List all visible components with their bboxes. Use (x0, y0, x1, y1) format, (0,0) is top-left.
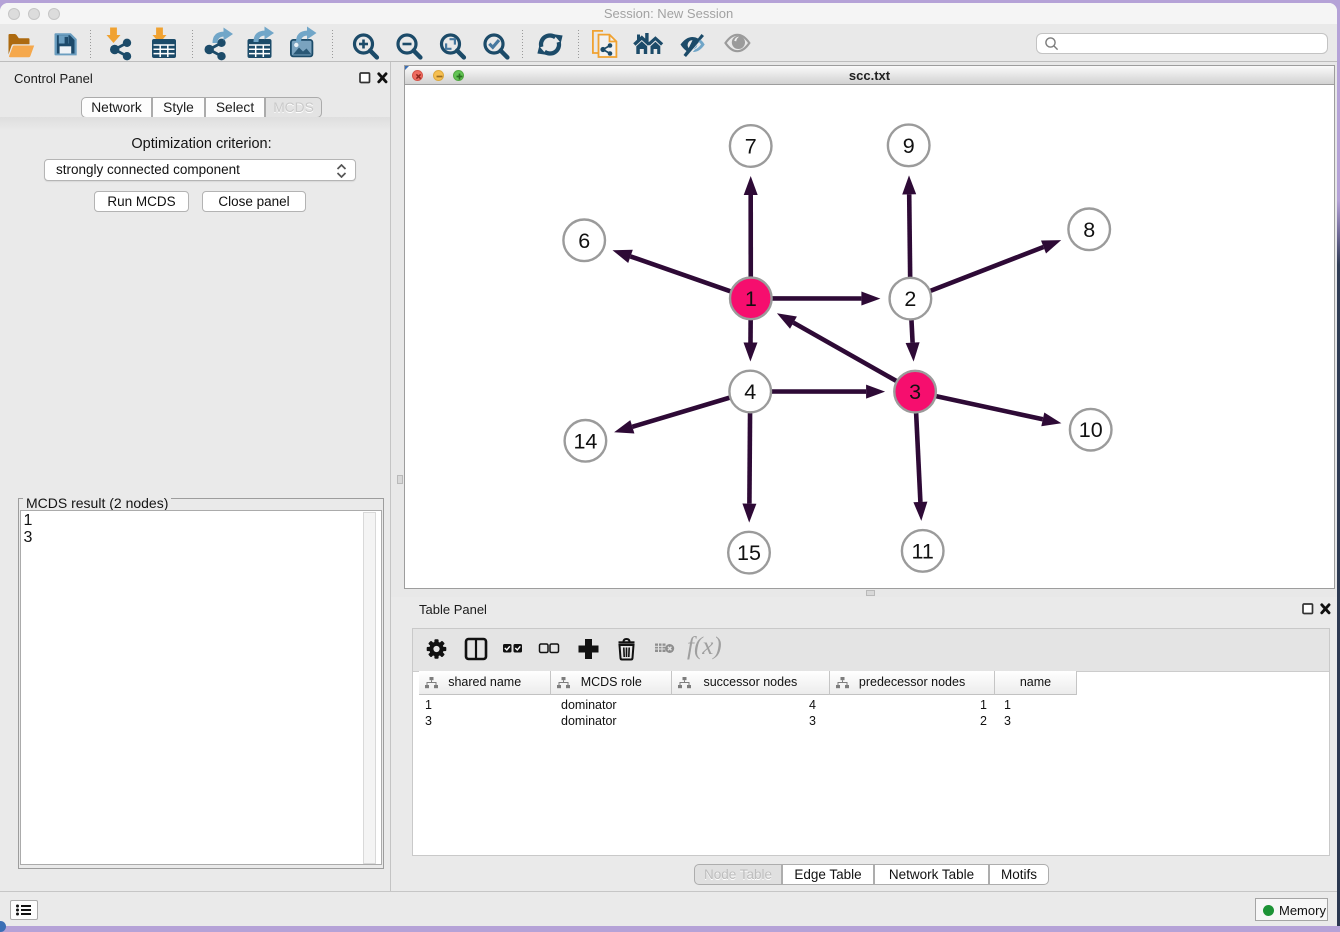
svg-text:4: 4 (744, 380, 756, 404)
svg-text:1: 1 (745, 287, 757, 311)
svg-text:3: 3 (909, 380, 921, 404)
svg-text:14: 14 (573, 429, 597, 453)
svg-text:2: 2 (904, 287, 916, 311)
svg-text:11: 11 (912, 539, 934, 563)
svg-text:15: 15 (737, 541, 761, 565)
svg-text:8: 8 (1083, 218, 1095, 242)
svg-text:10: 10 (1079, 418, 1103, 442)
svg-text:6: 6 (578, 229, 590, 253)
svg-text:7: 7 (745, 135, 757, 159)
svg-text:9: 9 (903, 134, 915, 158)
